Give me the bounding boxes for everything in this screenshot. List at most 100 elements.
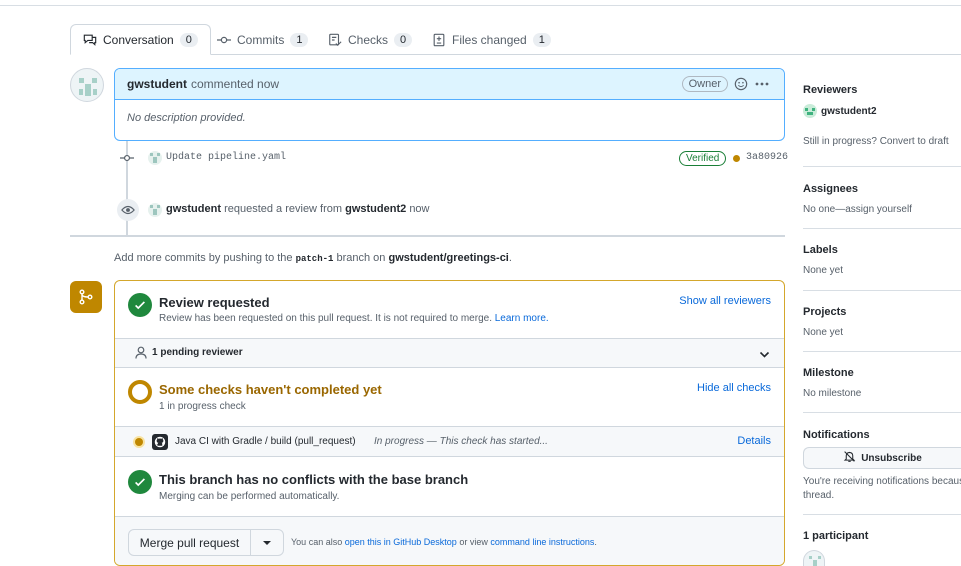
kebab-horizontal-icon[interactable] xyxy=(754,77,770,94)
tab-count: 0 xyxy=(179,32,198,47)
git-merge-icon xyxy=(70,281,102,313)
push-note-prefix: Add more commits by pushing to the xyxy=(114,252,293,264)
tab-conversation[interactable]: Conversation 0 xyxy=(70,24,211,55)
check-details-link[interactable]: Details xyxy=(737,435,771,447)
notifications-note: You're receiving notifications because xyxy=(803,476,961,487)
projects-heading[interactable]: Projects xyxy=(803,306,846,318)
top-divider xyxy=(0,5,961,6)
tab-count: 0 xyxy=(394,32,413,47)
pending-reviewer-row[interactable]: 1 pending reviewer xyxy=(115,339,784,368)
checks-section: Some checks haven't completed yet 1 in p… xyxy=(115,368,784,427)
person-icon xyxy=(135,346,147,362)
tab-count: 1 xyxy=(532,32,551,47)
tab-files-changed[interactable]: Files changed 1 xyxy=(420,24,563,55)
checks-title: Some checks haven't completed yet xyxy=(159,382,382,397)
reviewers-heading[interactable]: Reviewers xyxy=(803,84,857,96)
event-reviewer[interactable]: gwstudent2 xyxy=(345,203,406,215)
checks-desc: 1 in progress check xyxy=(159,401,246,412)
author-avatar[interactable] xyxy=(70,68,104,102)
commit-avatar[interactable] xyxy=(148,151,162,165)
unsubscribe-button[interactable]: Unsubscribe xyxy=(803,447,961,469)
merge-method-dropdown[interactable] xyxy=(251,530,283,555)
branch-name[interactable]: patch-1 xyxy=(296,254,334,264)
in-progress-dot-icon xyxy=(135,438,143,446)
convert-to-draft-link[interactable]: Still in progress? Convert to draft xyxy=(803,136,949,147)
reviewer-avatar[interactable] xyxy=(803,104,817,118)
review-desc-row: Review has been requested on this pull r… xyxy=(159,313,549,324)
tab-checks[interactable]: Checks 0 xyxy=(316,24,424,55)
comment-body: No description provided. xyxy=(127,112,246,124)
participants-heading: 1 participant xyxy=(803,530,869,542)
review-title: Review requested xyxy=(159,295,270,310)
repo-name[interactable]: gwstudent/greetings-ci xyxy=(388,252,508,264)
commit-message[interactable]: Update pipeline.yaml xyxy=(166,152,286,163)
bell-slash-icon xyxy=(843,450,856,466)
comment-box: gwstudent commented now Owner No descrip… xyxy=(114,68,785,141)
event-author[interactable]: gwstudent xyxy=(166,203,221,215)
sidebar-divider xyxy=(803,351,961,352)
sidebar-divider xyxy=(803,290,961,291)
learn-more-link[interactable]: Learn more. xyxy=(495,313,549,324)
unsubscribe-label: Unsubscribe xyxy=(861,452,922,464)
smiley-icon[interactable] xyxy=(734,77,748,94)
sidebar-divider xyxy=(803,412,961,413)
assignees-value[interactable]: No one—assign yourself xyxy=(803,204,912,215)
conflicts-section: This branch has no conflicts with the ba… xyxy=(115,457,784,517)
labels-value: None yet xyxy=(803,265,844,276)
tab-label: Files changed xyxy=(452,32,527,47)
tab-label: Commits xyxy=(237,32,285,47)
assignees-heading[interactable]: Assignees xyxy=(803,183,858,195)
merge-pull-request-button[interactable]: Merge pull request xyxy=(129,530,251,555)
commit-sha[interactable]: 3a80926 xyxy=(746,152,788,163)
checklist-icon xyxy=(328,33,342,47)
merge-button-group: Merge pull request xyxy=(128,529,284,556)
tab-label: Conversation xyxy=(103,32,174,47)
in-progress-ring-icon xyxy=(128,380,152,404)
owner-badge: Owner xyxy=(681,76,728,92)
projects-value: None yet xyxy=(803,327,844,338)
commit-icon xyxy=(120,152,134,167)
event-text: requested a review from xyxy=(224,203,343,215)
review-section: Review requested Review has been request… xyxy=(115,281,784,339)
hide-all-checks-link[interactable]: Hide all checks xyxy=(697,382,771,394)
tab-commits[interactable]: Commits 1 xyxy=(205,24,320,55)
push-note-suffix: . xyxy=(508,252,512,264)
pending-reviewer-label: 1 pending reviewer xyxy=(152,347,243,358)
reviewer-name[interactable]: gwstudent2 xyxy=(821,106,877,117)
sidebar-divider xyxy=(803,228,961,229)
notifications-heading: Notifications xyxy=(803,429,870,441)
event-time: now xyxy=(409,203,430,215)
comment-author[interactable]: gwstudent xyxy=(127,77,187,91)
pending-status-dot[interactable] xyxy=(733,155,740,162)
file-diff-icon xyxy=(432,33,446,47)
check-circle-icon xyxy=(128,470,152,494)
show-all-reviewers-link[interactable]: Show all reviewers xyxy=(679,295,771,307)
check-name: Java CI with Gradle / build (pull_reques… xyxy=(175,436,356,447)
labels-heading[interactable]: Labels xyxy=(803,244,838,256)
reviewer-request-avatar[interactable] xyxy=(148,203,162,217)
push-note-middle: branch on xyxy=(336,252,386,264)
conversation-icon xyxy=(83,33,97,47)
milestone-heading[interactable]: Milestone xyxy=(803,367,854,379)
command-line-link[interactable]: command line instructions xyxy=(490,537,594,547)
push-note: Add more commits by pushing to the patch… xyxy=(114,252,512,264)
check-item-row: Java CI with Gradle / build (pull_reques… xyxy=(115,427,784,457)
merge-box: Review requested Review has been request… xyxy=(114,280,785,566)
milestone-value: No milestone xyxy=(803,388,862,399)
tab-count: 1 xyxy=(290,32,309,47)
participant-avatar[interactable] xyxy=(803,550,825,566)
merge-action-row: Merge pull request You can also open thi… xyxy=(115,517,784,565)
comment-action: commented now xyxy=(191,77,280,91)
github-desktop-link[interactable]: open this in GitHub Desktop xyxy=(345,537,457,547)
eye-icon xyxy=(117,199,139,221)
conflicts-title: This branch has no conflicts with the ba… xyxy=(159,472,469,487)
review-desc: Review has been requested on this pull r… xyxy=(159,313,492,324)
comment-header: gwstudent commented now Owner xyxy=(115,69,784,100)
check-circle-icon xyxy=(128,293,152,317)
commit-icon xyxy=(217,33,231,47)
verified-badge[interactable]: Verified xyxy=(679,151,727,166)
merge-alt-note: You can also open this in GitHub Desktop… xyxy=(291,537,597,547)
sidebar-divider xyxy=(803,514,961,515)
chevron-down-icon[interactable] xyxy=(759,348,770,362)
review-request-event: gwstudent requested a review from gwstud… xyxy=(166,203,430,215)
